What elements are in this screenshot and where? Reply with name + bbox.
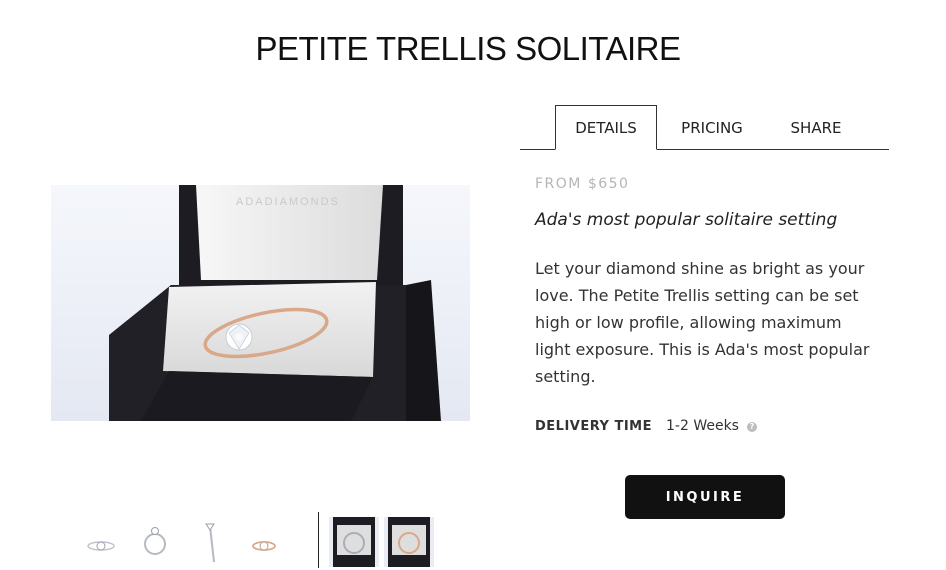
ring-front-view-icon: [144, 527, 166, 555]
video-box-white-gold-icon: [329, 517, 379, 567]
product-main-image[interactable]: ADADIAMONDS: [51, 185, 470, 421]
delivery-time-value: 1-2 Weeks: [666, 418, 739, 434]
box-brand-text: ADADIAMONDS: [236, 196, 340, 208]
thumbnail-ring-side-view[interactable]: [200, 518, 250, 570]
tab-pricing[interactable]: PRICING: [666, 105, 758, 150]
product-tagline: Ada's most popular solitaire setting: [535, 210, 838, 230]
video-thumbnail-rose-gold[interactable]: [384, 517, 434, 567]
thumbnail-ring-front-view[interactable]: [140, 520, 190, 570]
video-box-rose-gold-icon: [384, 517, 434, 567]
thumbnail-ring-top-view[interactable]: [85, 520, 135, 570]
help-icon[interactable]: ?: [747, 422, 757, 432]
ring-top-view-icon: [87, 541, 115, 551]
ring-side-view-icon: [205, 523, 215, 563]
thumbnail-ring-rose-gold[interactable]: [250, 520, 300, 570]
delivery-time-label: DELIVERY TIME: [535, 419, 652, 434]
inquire-button[interactable]: INQUIRE: [625, 475, 785, 519]
thumbnail-divider: [318, 512, 319, 568]
product-description: Let your diamond shine as bright as your…: [535, 259, 870, 386]
page-title: PETITE TRELLIS SOLITAIRE: [255, 30, 681, 67]
video-thumbnail-white-gold[interactable]: [329, 517, 379, 567]
tab-details[interactable]: DETAILS: [555, 105, 657, 150]
from-price: FROM $650: [535, 176, 630, 192]
tab-share[interactable]: SHARE: [776, 105, 856, 150]
ring-rose-gold-icon: [252, 541, 276, 551]
